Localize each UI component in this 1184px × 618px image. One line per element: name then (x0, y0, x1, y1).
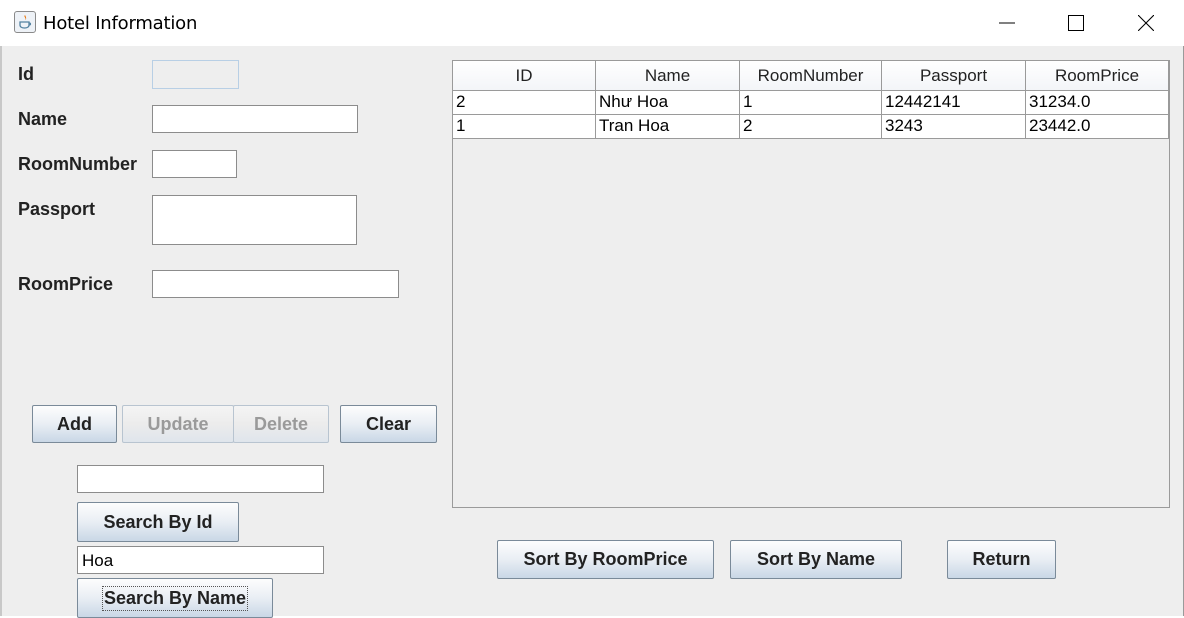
table-cell[interactable]: 23442.0 (1026, 115, 1169, 139)
delete-button: Delete (233, 405, 329, 443)
window-title: Hotel Information (43, 13, 198, 34)
return-button[interactable]: Return (947, 540, 1056, 579)
search-id-input[interactable] (77, 465, 324, 493)
column-header-passport[interactable]: Passport (882, 61, 1026, 91)
minimize-button[interactable] (984, 0, 1030, 46)
search-by-name-button[interactable]: Search By Name (77, 578, 273, 618)
sort-by-name-label: Sort By Name (756, 549, 876, 569)
room-price-field[interactable] (152, 270, 399, 298)
search-by-id-button[interactable]: Search By Id (77, 502, 239, 542)
add-button[interactable]: Add (32, 405, 117, 443)
id-field (152, 60, 239, 89)
room-number-label: RoomNumber (18, 154, 138, 174)
title-bar[interactable]: Hotel Information (0, 0, 1184, 46)
minimize-icon (999, 22, 1015, 24)
hotel-table[interactable]: ID Name RoomNumber Passport RoomPrice 2 … (452, 60, 1170, 508)
sort-by-name-button[interactable]: Sort By Name (730, 540, 902, 579)
java-app-icon (14, 11, 36, 33)
maximize-button[interactable] (1053, 0, 1099, 46)
close-button[interactable] (1123, 0, 1169, 46)
passport-field[interactable] (152, 195, 357, 245)
delete-button-label: Delete (253, 413, 309, 434)
table-cell[interactable]: 1 (740, 91, 882, 115)
table-row[interactable]: 2 Như Hoa 1 12442141 31234.0 (453, 91, 1169, 115)
column-header-id[interactable]: ID (453, 61, 596, 91)
column-header-room-price[interactable]: RoomPrice (1026, 61, 1169, 91)
table-cell[interactable]: 2 (740, 115, 882, 139)
id-label: Id (18, 64, 34, 84)
table-cell[interactable]: Như Hoa (596, 91, 740, 115)
table-row[interactable]: 1 Tran Hoa 2 3243 23442.0 (453, 115, 1169, 139)
search-by-id-label: Search By Id (103, 511, 213, 532)
table-cell[interactable]: Tran Hoa (596, 115, 740, 139)
passport-label: Passport (18, 199, 96, 219)
room-price-label: RoomPrice (18, 274, 114, 294)
table-cell[interactable]: 12442141 (882, 91, 1026, 115)
update-button: Update (122, 405, 234, 443)
sort-by-room-price-label: Sort By RoomPrice (523, 549, 688, 569)
close-icon (1138, 15, 1154, 31)
add-button-label: Add (57, 413, 92, 434)
update-button-label: Update (147, 413, 209, 434)
column-header-room-number[interactable]: RoomNumber (740, 61, 882, 91)
table-body: 2 Như Hoa 1 12442141 31234.0 1 Tran Hoa … (453, 91, 1169, 139)
table-cell[interactable]: 2 (453, 91, 596, 115)
search-name-input[interactable]: Hoa (77, 546, 324, 574)
clear-button-label: Clear (365, 413, 412, 434)
table-cell[interactable]: 31234.0 (1026, 91, 1169, 115)
column-header-name[interactable]: Name (596, 61, 740, 91)
maximize-icon (1068, 15, 1084, 31)
table-cell[interactable]: 1 (453, 115, 596, 139)
clear-button[interactable]: Clear (340, 405, 437, 443)
table-header: ID Name RoomNumber Passport RoomPrice (453, 61, 1169, 91)
return-button-label: Return (972, 549, 1031, 569)
search-by-name-label: Search By Name (101, 585, 249, 611)
name-label: Name (18, 109, 68, 129)
room-number-field[interactable] (152, 150, 237, 178)
sort-by-room-price-button[interactable]: Sort By RoomPrice (497, 540, 714, 579)
name-field[interactable] (152, 105, 358, 133)
table-cell[interactable]: 3243 (882, 115, 1026, 139)
